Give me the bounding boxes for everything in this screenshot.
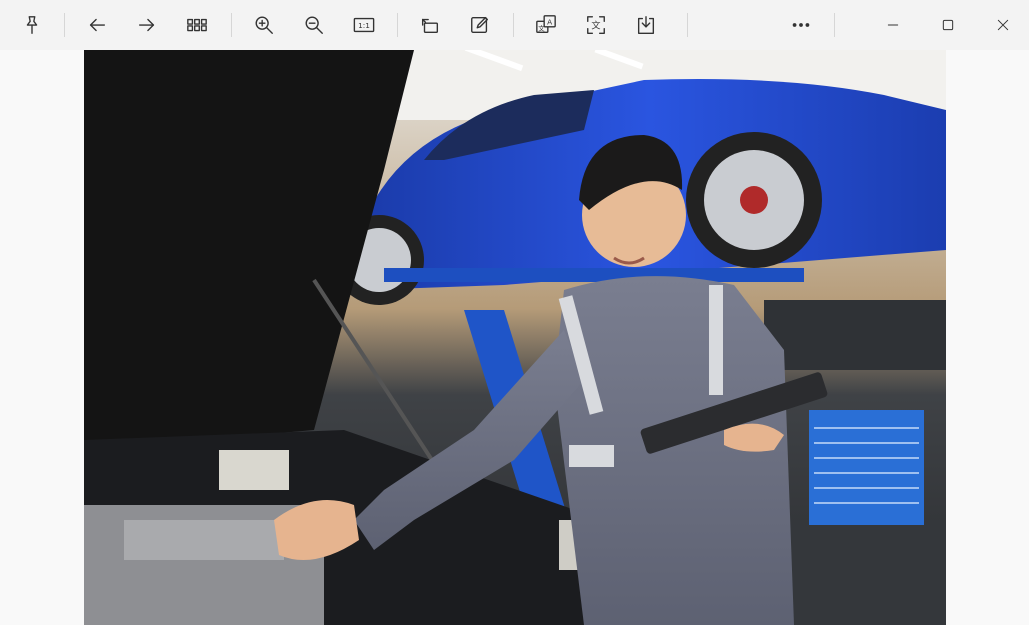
close-icon: [997, 19, 1009, 31]
toolbar-separator: [687, 13, 688, 37]
translate-icon: A 文: [536, 15, 556, 34]
maximize-button[interactable]: [928, 6, 968, 44]
toolbar-separator: [834, 13, 835, 37]
image-viewer-canvas[interactable]: [0, 50, 1029, 625]
toolbar-separator: [231, 13, 232, 37]
arrow-left-icon: [89, 18, 106, 32]
minimize-icon: [887, 24, 899, 26]
translate-button[interactable]: A 文: [526, 6, 566, 44]
tool-wall-panel: [764, 300, 946, 370]
arrow-right-icon: [138, 18, 155, 32]
minimize-button[interactable]: [873, 6, 913, 44]
rotate-button[interactable]: [410, 6, 450, 44]
gallery-button[interactable]: [177, 6, 217, 44]
toolbar-separator: [513, 13, 514, 37]
more-icon: [792, 23, 810, 27]
engine-component: [124, 520, 284, 560]
pin-button[interactable]: [12, 6, 52, 44]
edit-icon: [471, 16, 489, 34]
edit-button[interactable]: [460, 6, 500, 44]
car-lift-arm: [384, 268, 804, 282]
zoom-in-button[interactable]: [244, 6, 284, 44]
actual-size-label: 1:1: [358, 21, 370, 30]
reflective-strap: [709, 285, 723, 395]
translate-glyph-b: 文: [538, 24, 545, 33]
zoom-in-icon: [255, 16, 273, 34]
rotate-icon: [421, 18, 439, 34]
displayed-photo: [84, 50, 946, 625]
viewer-toolbar: 1:1 A 文 文: [0, 0, 1029, 50]
close-button[interactable]: [983, 6, 1023, 44]
coolant-reservoir: [219, 450, 289, 490]
pin-icon: [26, 16, 38, 34]
extract-text-icon: 文: [587, 16, 605, 34]
maximize-icon: [942, 19, 954, 31]
more-button[interactable]: [781, 6, 821, 44]
toolbar-separator: [397, 13, 398, 37]
reflective-band: [569, 445, 614, 467]
actual-size-button[interactable]: 1:1: [344, 6, 384, 44]
zoom-out-icon: [305, 16, 323, 34]
forward-button[interactable]: [127, 6, 167, 44]
toolbar-separator: [64, 13, 65, 37]
actual-size-icon: 1:1: [353, 17, 375, 33]
zoom-out-button[interactable]: [294, 6, 334, 44]
translate-glyph-a: A: [547, 18, 552, 27]
extract-text-glyph: 文: [591, 20, 600, 32]
save-icon: [637, 16, 655, 34]
save-button[interactable]: [626, 6, 666, 44]
extract-text-button[interactable]: 文: [576, 6, 616, 44]
brake-caliper: [740, 186, 768, 214]
grid-icon: [187, 18, 207, 32]
back-button[interactable]: [77, 6, 117, 44]
